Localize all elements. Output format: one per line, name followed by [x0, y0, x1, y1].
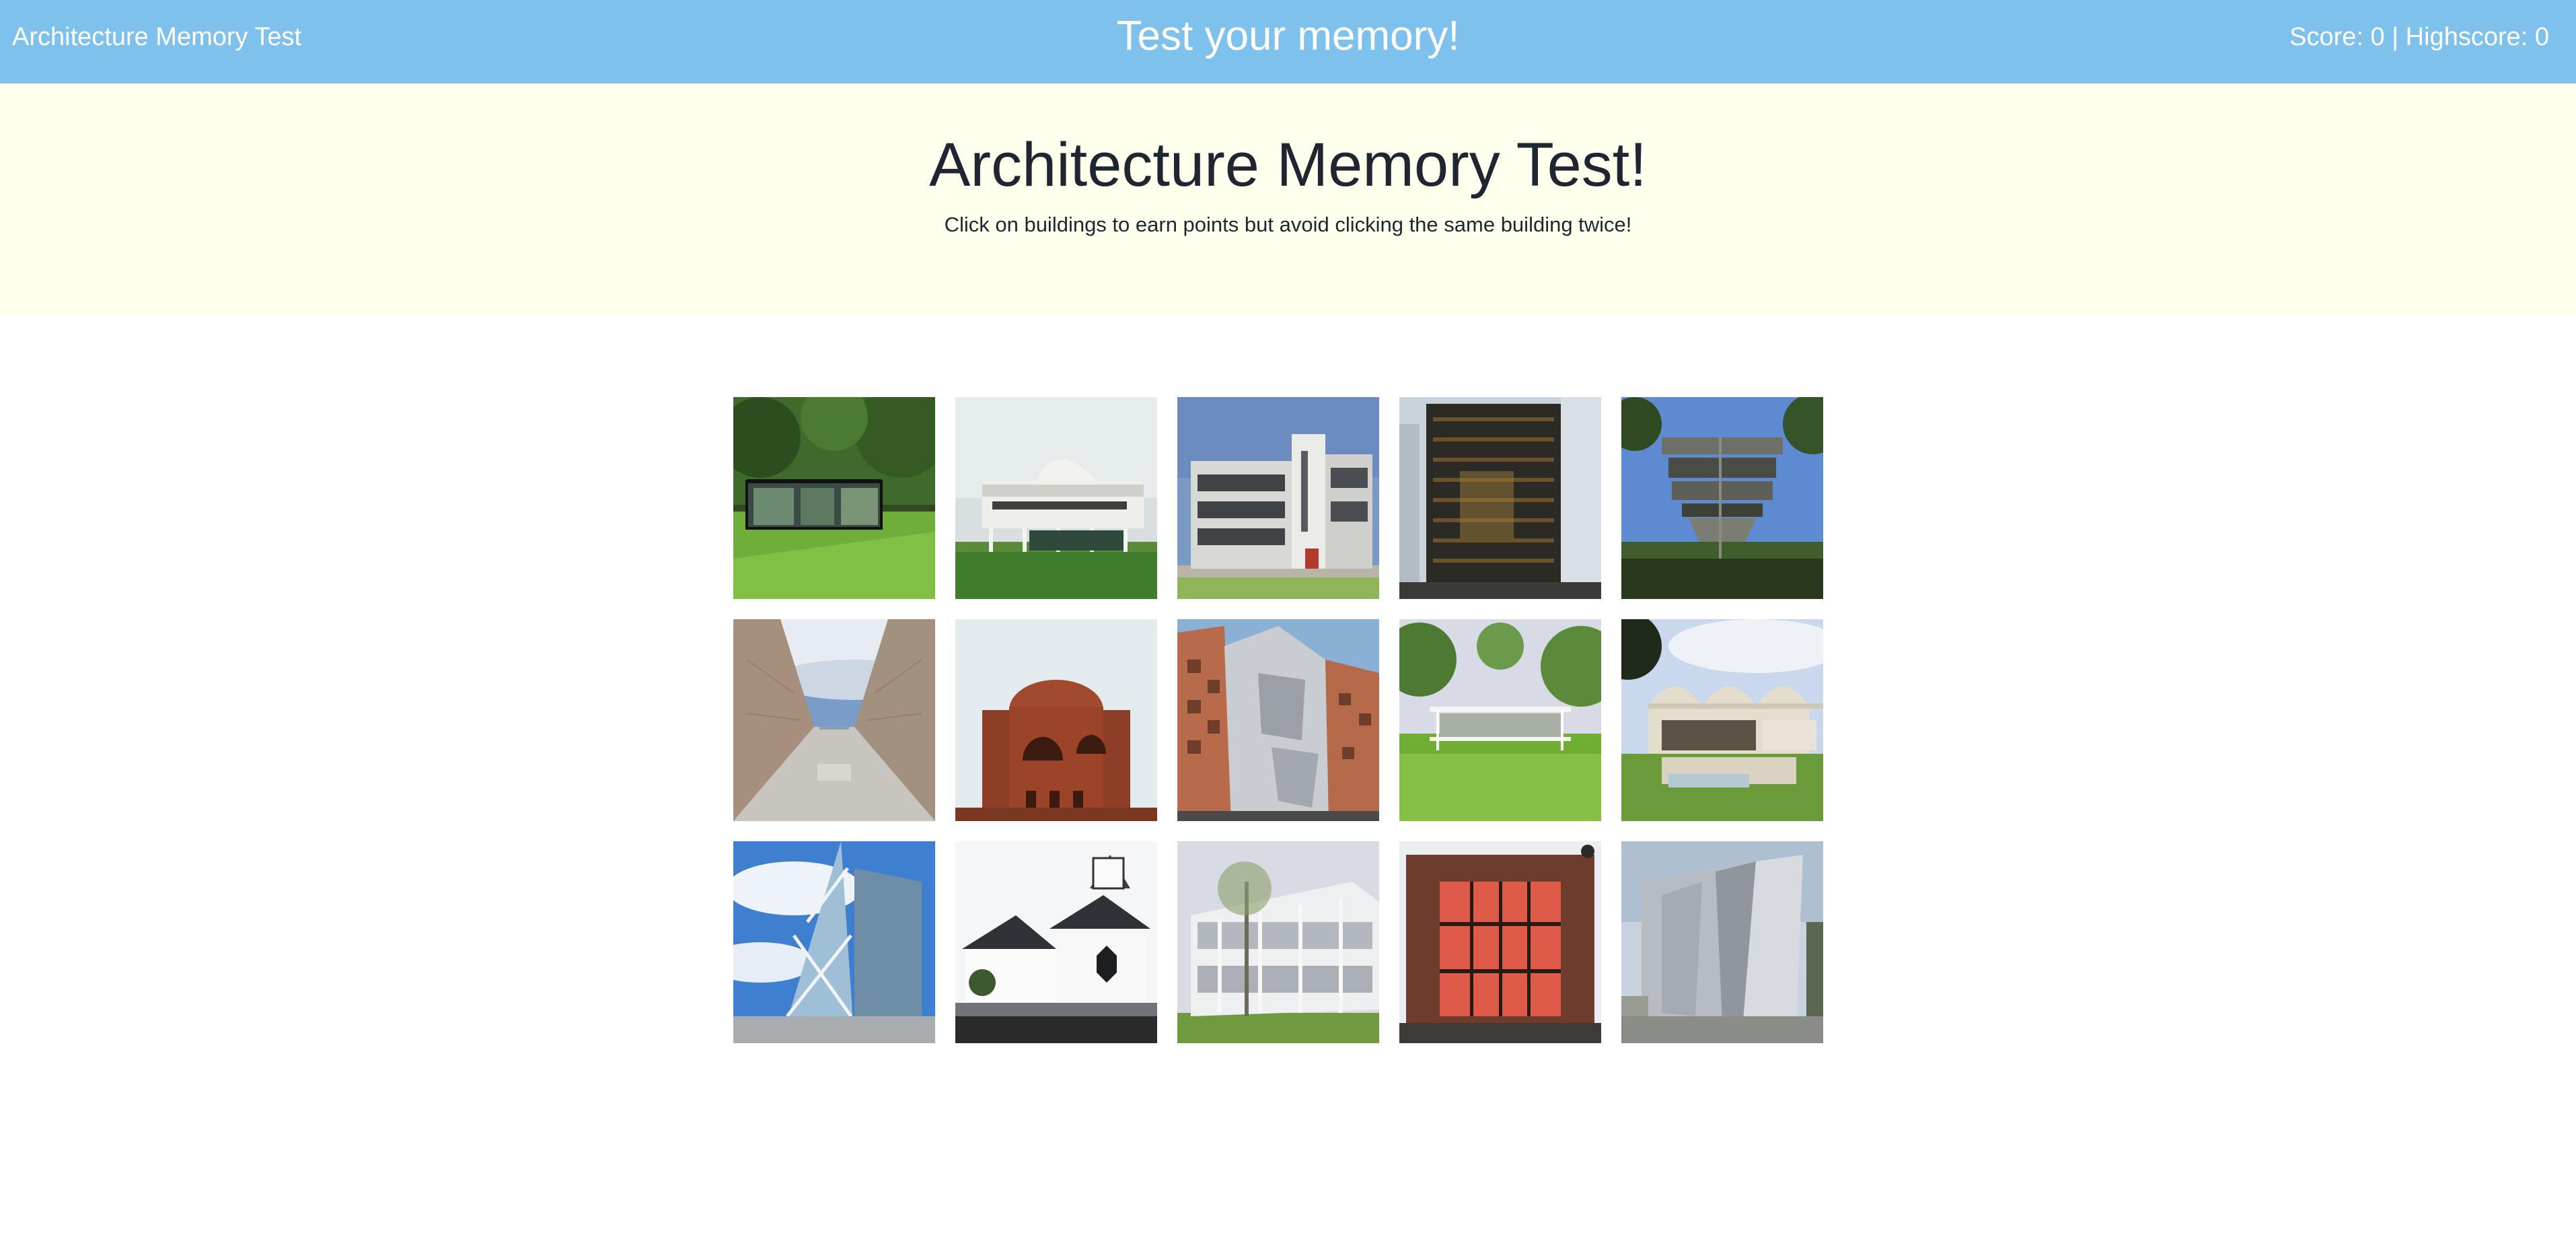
jumbotron: Architecture Memory Test! Click on build…: [0, 83, 2576, 315]
building-card-deconstructivist[interactable]: [1177, 619, 1379, 821]
braced-tower-image: [733, 841, 935, 1043]
building-card-brick-cylinder[interactable]: [955, 619, 1157, 821]
white-villa-image: [955, 397, 1157, 599]
skyscraper-image: [1399, 397, 1601, 599]
vaulted-museum-image: [1621, 619, 1823, 821]
building-card-modernist-house[interactable]: [1177, 841, 1379, 1043]
building-card-metallic[interactable]: [1621, 841, 1823, 1043]
brick-cylinder-image: [955, 619, 1157, 821]
metallic-building-image: [1621, 841, 1823, 1043]
brutalist-library-image: [1621, 397, 1823, 599]
building-card-white-villa[interactable]: [955, 397, 1157, 599]
building-card-glass-house[interactable]: [733, 397, 935, 599]
building-card-braced-tower[interactable]: [733, 841, 935, 1043]
modernist-house-image: [1177, 841, 1379, 1043]
building-card-grid: [733, 397, 1824, 1043]
score-display: Score: 0 | Highscore: 0: [2289, 23, 2549, 51]
building-card-brutalist-library[interactable]: [1621, 397, 1823, 599]
bauhaus-image: [1177, 397, 1379, 599]
deconstructivist-image: [1177, 619, 1379, 821]
building-card-vaulted-museum[interactable]: [1621, 619, 1823, 821]
concrete-courtyard-image: [733, 619, 935, 821]
page-title: Architecture Memory Test!: [929, 131, 1647, 199]
instructions-text: Click on buildings to earn points but av…: [944, 213, 1632, 236]
glass-pavilion-image: [1399, 619, 1601, 821]
brick-red-glass-image: [1399, 841, 1601, 1043]
building-card-concrete-courtyard[interactable]: [733, 619, 935, 821]
building-card-white-museum[interactable]: [955, 841, 1157, 1043]
navbar-title: Test your memory!: [1116, 13, 1460, 59]
building-card-glass-pavilion[interactable]: [1399, 619, 1601, 821]
white-museum-image: [955, 841, 1157, 1043]
building-card-skyscraper[interactable]: [1399, 397, 1601, 599]
navbar: Architecture Memory Test Test your memor…: [0, 0, 2576, 83]
glass-house-image: [733, 397, 935, 599]
building-card-bauhaus[interactable]: [1177, 397, 1379, 599]
building-card-brick-red-glass[interactable]: [1399, 841, 1601, 1043]
